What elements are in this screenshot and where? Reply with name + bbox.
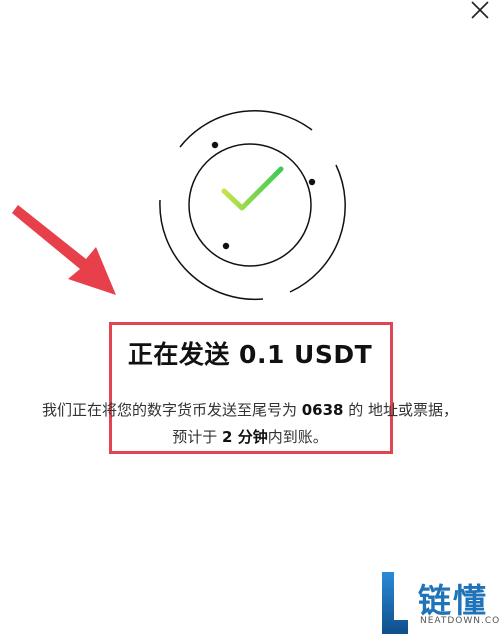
watermark-l-icon: [382, 572, 408, 634]
close-button[interactable]: [470, 0, 494, 24]
eta-value: 2 分钟: [222, 428, 268, 446]
page-title: 正在发送 0.1 USDT: [127, 340, 373, 369]
annotation-arrow: [12, 205, 116, 295]
watermark-chinese: 链懂: [418, 581, 488, 620]
close-icon: [471, 1, 489, 19]
address-tail-number: 0638: [301, 401, 344, 419]
send-status-screen: 正在发送 0.1 USDT 我们正在将您的数字货币发送至尾号为 0638 的 地…: [0, 0, 500, 641]
watermark-english: NEATDOWN.COM: [420, 616, 500, 626]
progress-spinner: [159, 109, 346, 301]
watermark-logo: 链懂 NEATDOWN.COM: [380, 570, 500, 636]
success-check-icon: [221, 166, 284, 211]
status-description: 我们正在将您的数字货币发送至尾号为 0638 的 地址或票据，预计于 2 分钟内…: [41, 401, 459, 446]
